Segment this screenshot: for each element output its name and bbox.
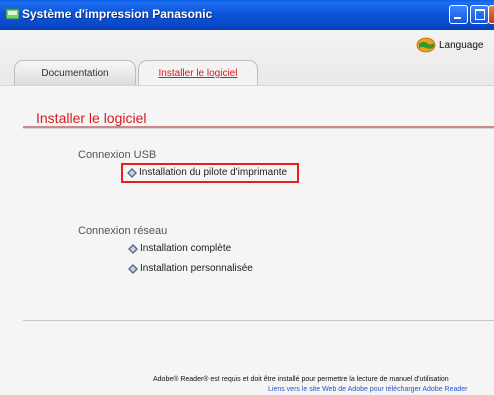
window-title: Système d'impression Panasonic: [22, 7, 213, 21]
diamond-bullet-icon: [128, 243, 138, 254]
link-install-custom[interactable]: Installation personnalisée: [128, 263, 253, 274]
link-label: Installation du pilote d'imprimante: [139, 167, 288, 178]
link-install-complete[interactable]: Installation complète: [128, 243, 231, 254]
globe-icon: [416, 37, 436, 53]
app-icon: [6, 8, 20, 20]
tab-installer-le-logiciel[interactable]: Installer le logiciel: [138, 60, 258, 86]
maximize-icon[interactable]: [470, 5, 489, 24]
minimize-icon[interactable]: [449, 5, 468, 24]
tab-documentation[interactable]: Documentation: [14, 60, 136, 85]
network-section-label: Connexion réseau: [78, 225, 168, 237]
heading-divider: [23, 126, 494, 129]
link-install-printer-driver[interactable]: Installation du pilote d'imprimante: [127, 167, 287, 178]
language-button[interactable]: Language: [416, 37, 484, 53]
title-bar: Système d'impression Panasonic: [0, 0, 494, 30]
diamond-bullet-icon: [127, 167, 137, 178]
main-panel: [0, 85, 494, 395]
language-label: Language: [439, 39, 484, 51]
footer-divider: [23, 320, 494, 321]
link-label: Installation complète: [140, 243, 232, 254]
footer-note: Adobe® Reader® est requis et doit être i…: [153, 376, 449, 383]
link-label: Installation personnalisée: [140, 263, 253, 274]
diamond-bullet-icon: [128, 263, 138, 274]
adobe-download-link[interactable]: Liens vers le site Web de Adobe pour tél…: [268, 386, 468, 393]
close-icon[interactable]: [488, 5, 494, 24]
usb-section-label: Connexion USB: [78, 149, 157, 161]
page-heading: Installer le logiciel: [36, 110, 147, 126]
